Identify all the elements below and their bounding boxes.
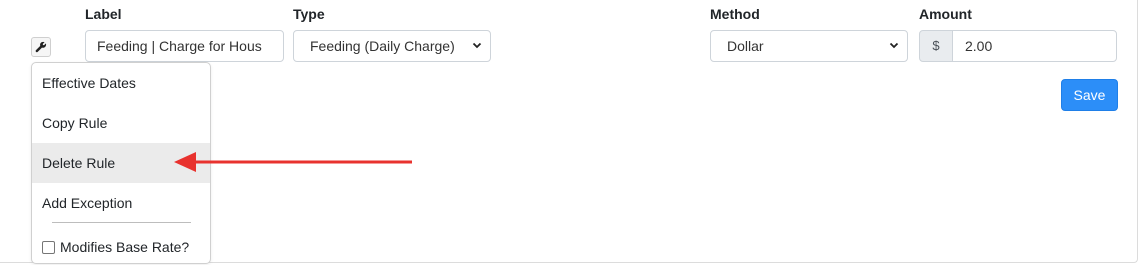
method-select-value: Dollar	[727, 38, 764, 54]
modifies-base-rate-label: Modifies Base Rate?	[60, 239, 190, 255]
amount-input[interactable]: 2.00	[952, 30, 1117, 62]
chevron-down-icon	[889, 31, 899, 71]
currency-prefix: $	[919, 30, 953, 62]
menu-divider	[52, 222, 191, 223]
chevron-down-icon	[472, 31, 482, 71]
menu-item-copy-rule[interactable]: Copy Rule	[32, 103, 210, 143]
type-column-header: Type	[293, 6, 325, 22]
method-column-header: Method	[710, 6, 760, 22]
method-select[interactable]: Dollar	[710, 30, 908, 62]
label-column-header: Label	[85, 6, 122, 22]
save-button[interactable]: Save	[1061, 79, 1118, 111]
amount-column-header: Amount	[919, 6, 972, 22]
wrench-icon[interactable]	[31, 37, 51, 57]
type-select[interactable]: Feeding (Daily Charge)	[293, 30, 491, 62]
type-select-value: Feeding (Daily Charge)	[310, 38, 455, 54]
label-input[interactable]: Feeding | Charge for Hous	[85, 30, 284, 62]
modifies-base-rate-checkbox[interactable]	[42, 240, 55, 254]
menu-item-add-exception[interactable]: Add Exception	[32, 183, 210, 223]
annotation-arrow-head	[174, 152, 196, 172]
menu-item-effective-dates[interactable]: Effective Dates	[32, 63, 210, 103]
annotation-arrow	[174, 152, 412, 172]
modifies-base-rate-option[interactable]: Modifies Base Rate?	[42, 239, 189, 255]
